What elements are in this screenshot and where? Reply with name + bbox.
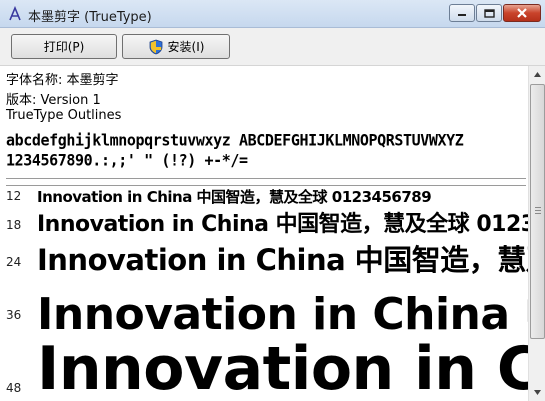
sample-text: Innovation in China 中国智造，慧及全球 0123456789	[37, 188, 432, 206]
window-title: 本墨剪字 (TrueType)	[28, 10, 152, 25]
title-bar: 本墨剪字 (TrueType)	[0, 0, 545, 28]
font-preview-area: 字体名称: 本墨剪字 版本: Version 1 TrueType Outlin…	[0, 66, 528, 401]
sample-size-label: 18	[6, 218, 22, 232]
scroll-up-button[interactable]	[530, 66, 545, 83]
arrow-down-icon	[534, 390, 541, 395]
uac-shield-icon	[149, 39, 162, 54]
font-name-line: 字体名称: 本墨剪字	[6, 73, 119, 88]
print-button-label: 打印(P)	[43, 40, 85, 54]
toolbar: 打印(P) 安装(I)	[0, 28, 545, 66]
install-button-label: 安装(I)	[167, 40, 205, 54]
sample-text: Innovation in China	[37, 334, 528, 401]
close-button[interactable]	[503, 4, 541, 22]
charset-line-2: 1234567890.:,;' " (!?) +-*/=	[6, 150, 248, 170]
sample-size-label: 36	[6, 308, 22, 322]
scrollbar-thumb[interactable]	[530, 84, 545, 339]
divider-top	[6, 178, 526, 179]
minimize-button[interactable]	[449, 4, 475, 22]
outline-type-line: TrueType Outlines	[6, 108, 122, 123]
close-icon	[517, 8, 527, 18]
vertical-scrollbar[interactable]	[528, 66, 545, 401]
install-button[interactable]: 安装(I)	[122, 34, 230, 59]
sample-text: Innovation in China 中国智造，慧及全球 0123456789	[37, 212, 528, 237]
minimize-icon	[458, 14, 466, 16]
arrow-up-icon	[534, 72, 541, 77]
font-app-icon	[9, 6, 21, 21]
sample-text: Innovation in China 中国智造，慧及全球	[37, 243, 528, 277]
sample-text: Innovation in China 中国	[37, 289, 528, 340]
version-line: 版本: Version 1	[6, 93, 101, 108]
thumb-grip	[535, 207, 541, 208]
thumb-grip	[535, 210, 541, 211]
thumb-grip	[535, 213, 541, 214]
maximize-icon	[483, 8, 495, 18]
scroll-down-button[interactable]	[530, 384, 545, 401]
sample-size-label: 24	[6, 255, 22, 269]
charset-line-1: abcdefghijklmnopqrstuvwxyz ABCDEFGHIJKLM…	[6, 130, 464, 150]
maximize-button[interactable]	[476, 4, 502, 22]
sample-size-label: 12	[6, 189, 22, 203]
sample-size-label: 48	[6, 381, 22, 395]
print-button[interactable]: 打印(P)	[11, 34, 117, 59]
